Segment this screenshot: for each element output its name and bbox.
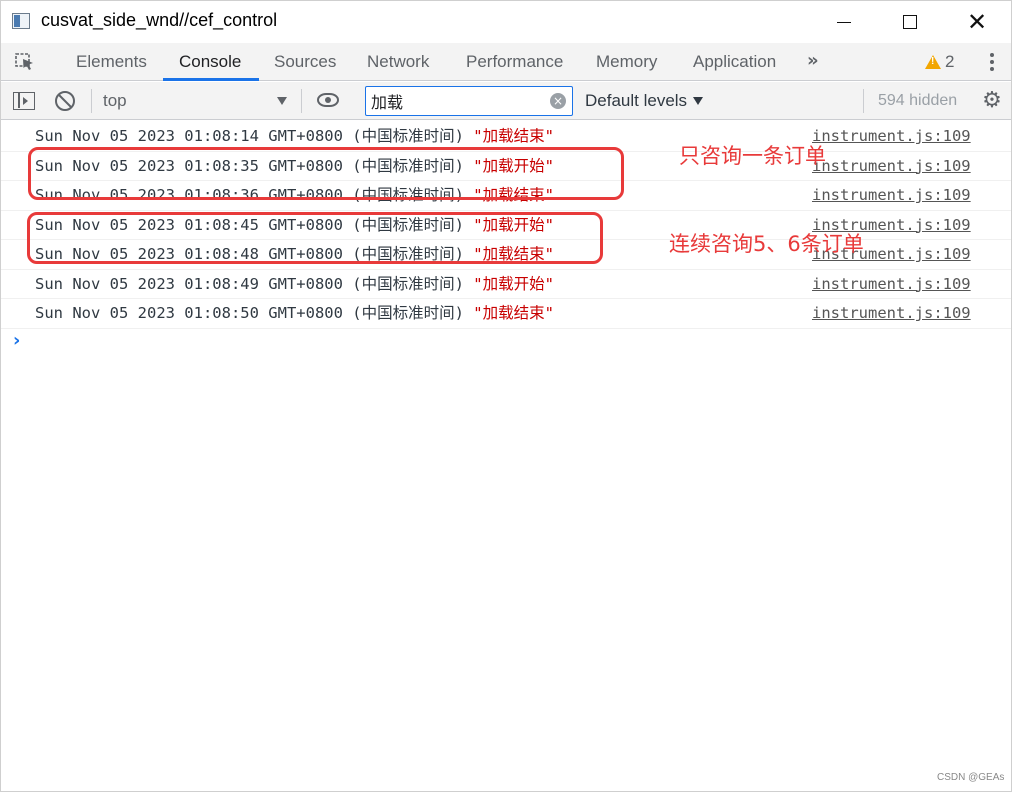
context-dropdown-arrow-icon[interactable] bbox=[277, 97, 287, 105]
live-expression-eye-icon[interactable] bbox=[317, 93, 339, 107]
window-title: cusvat_side_wnd//cef_control bbox=[41, 10, 278, 30]
tab-sources[interactable]: Sources bbox=[274, 52, 336, 72]
message-source-link[interactable]: instrument.js:109 bbox=[812, 181, 971, 210]
message-source-link[interactable]: instrument.js:109 bbox=[812, 270, 971, 299]
tab-application[interactable]: Application bbox=[693, 52, 776, 72]
annotation-box-single-query bbox=[28, 147, 624, 200]
context-selector[interactable]: top bbox=[103, 91, 127, 111]
warning-icon bbox=[925, 55, 941, 69]
message-source-link[interactable]: instrument.js:109 bbox=[812, 152, 971, 181]
tab-console[interactable]: Console bbox=[179, 52, 241, 72]
console-prompt-chevron-icon[interactable]: › bbox=[13, 330, 20, 351]
hidden-messages-count: 594 hidden bbox=[878, 92, 958, 109]
tab-network[interactable]: Network bbox=[367, 52, 429, 72]
warnings-counter[interactable]: 2 bbox=[925, 52, 954, 72]
message-text: Sun Nov 05 2023 01:08:50 GMT+0800 (中国标准时… bbox=[35, 304, 474, 322]
log-levels-dropdown[interactable]: Default levels bbox=[585, 91, 687, 111]
message-string: "加载结束" bbox=[473, 127, 554, 145]
maximize-icon bbox=[903, 15, 917, 29]
title-bar: cusvat_side_wnd//cef_control ✕ bbox=[1, 1, 1011, 43]
warning-count: 2 bbox=[945, 52, 955, 71]
show-sidebar-icon[interactable] bbox=[13, 92, 35, 110]
annotation-note-single-query: 只咨询一条订单 bbox=[679, 144, 826, 168]
message-string: "加载结束" bbox=[473, 304, 554, 322]
message-text: Sun Nov 05 2023 01:08:49 GMT+0800 (中国标准时… bbox=[35, 274, 474, 293]
annotation-note-multiple-queries: 连续咨询5、6条订单 bbox=[669, 232, 864, 256]
clear-filter-icon[interactable]: × bbox=[550, 93, 566, 109]
toolbar-divider bbox=[301, 89, 302, 113]
message-text: Sun Nov 05 2023 01:08:14 GMT+0800 (中国标准时… bbox=[35, 127, 474, 145]
maximize-button[interactable] bbox=[887, 7, 933, 37]
console-settings-gear-icon[interactable]: ⚙ bbox=[981, 90, 1003, 112]
close-button[interactable]: ✕ bbox=[954, 7, 1000, 37]
console-message: Sun Nov 05 2023 01:08:49 GMT+0800 (中国标准时… bbox=[1, 270, 1011, 299]
filter-field[interactable]: × bbox=[365, 86, 573, 116]
more-options-icon[interactable] bbox=[985, 53, 999, 73]
tab-elements[interactable]: Elements bbox=[76, 52, 147, 72]
devtools-window: cusvat_side_wnd//cef_control ✕ Elements … bbox=[0, 0, 1012, 792]
message-string: "加载开始" bbox=[473, 274, 554, 293]
console-toolbar: top × Default levels 594 hidden ⚙ bbox=[1, 82, 1011, 120]
watermark: CSDN @GEAs bbox=[937, 772, 1005, 783]
devtools-tab-bar: Elements Console Sources Network Perform… bbox=[1, 43, 1011, 81]
more-tabs-chevron-icon[interactable]: » bbox=[807, 50, 819, 71]
message-source-link[interactable]: instrument.js:109 bbox=[812, 122, 971, 151]
clear-console-icon[interactable] bbox=[55, 91, 75, 111]
tab-memory[interactable]: Memory bbox=[596, 52, 657, 72]
annotation-box-multiple-queries bbox=[27, 212, 603, 264]
active-tab-indicator bbox=[163, 78, 259, 81]
levels-dropdown-arrow-icon[interactable] bbox=[693, 97, 703, 105]
inspect-element-icon[interactable] bbox=[15, 53, 35, 71]
tab-performance[interactable]: Performance bbox=[466, 52, 563, 72]
toolbar-divider bbox=[863, 89, 864, 113]
toolbar-divider bbox=[91, 89, 92, 113]
minimize-button[interactable] bbox=[821, 7, 867, 37]
minimize-icon bbox=[837, 21, 851, 23]
message-source-link[interactable]: instrument.js:109 bbox=[812, 299, 971, 328]
console-message: Sun Nov 05 2023 01:08:50 GMT+0800 (中国标准时… bbox=[1, 299, 1011, 329]
app-icon bbox=[12, 13, 30, 29]
filter-input[interactable] bbox=[371, 90, 546, 112]
